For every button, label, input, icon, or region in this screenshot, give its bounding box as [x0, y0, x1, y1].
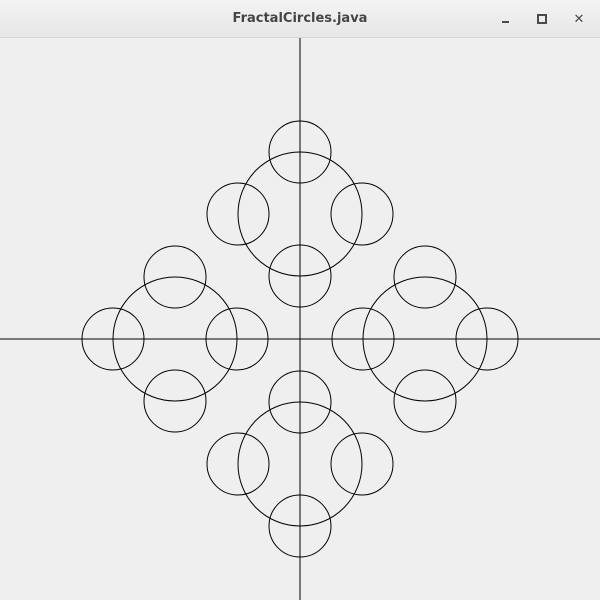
maximize-icon: [537, 14, 547, 24]
close-icon: ✕: [573, 11, 585, 27]
minimize-icon: [501, 21, 509, 23]
app-window: FractalCircles.java ✕: [0, 0, 600, 600]
maximize-button[interactable]: [532, 9, 552, 29]
close-button[interactable]: ✕: [569, 9, 589, 29]
drawing-canvas: [0, 38, 600, 600]
title-bar[interactable]: FractalCircles.java ✕: [0, 0, 600, 38]
fractal-drawing: [0, 38, 600, 600]
minimize-button[interactable]: [495, 9, 515, 29]
